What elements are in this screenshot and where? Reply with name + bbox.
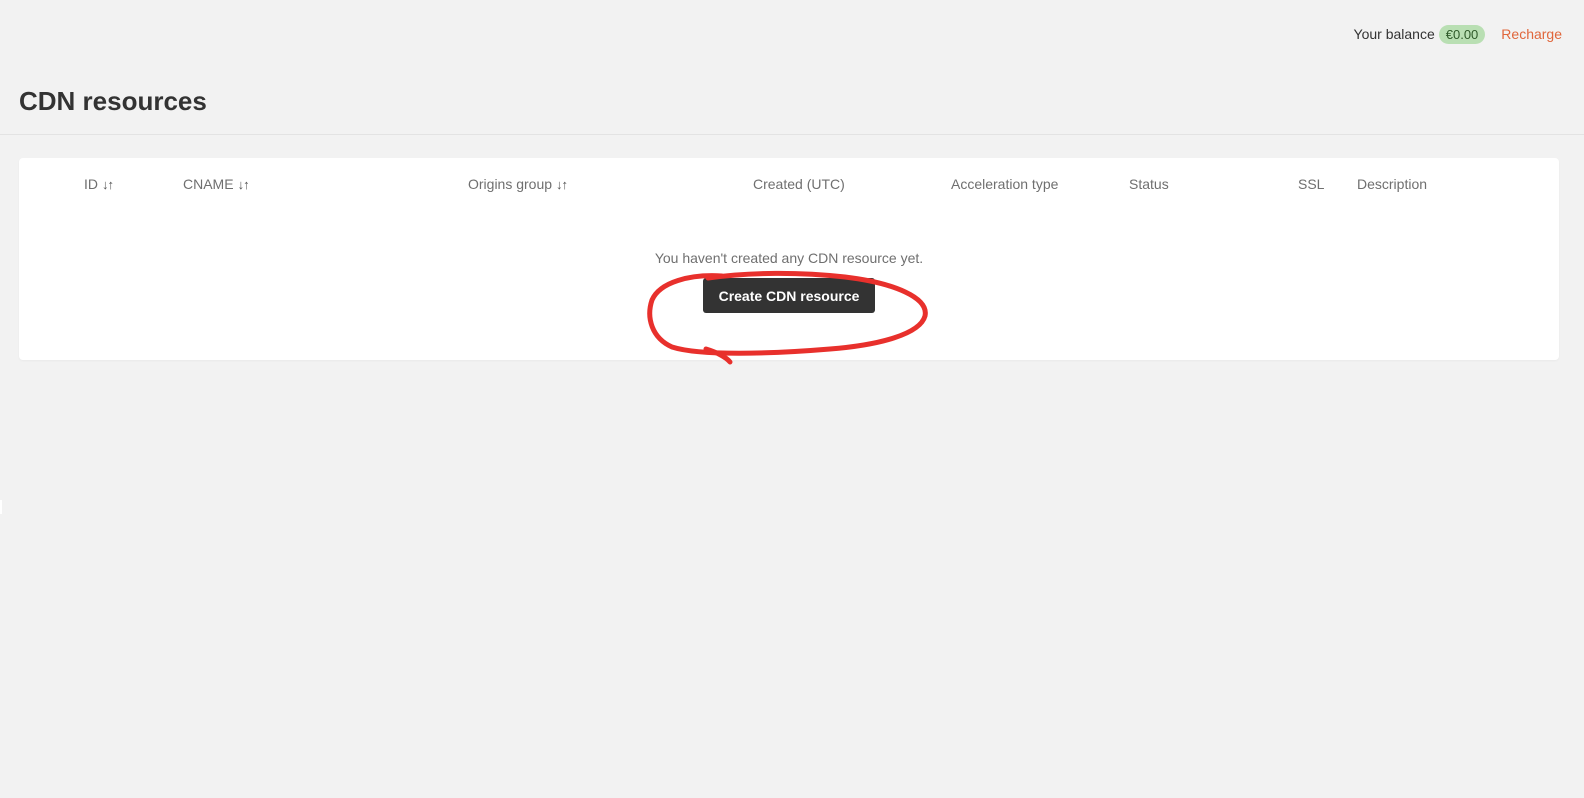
edge-marker [0,500,2,514]
empty-state: You haven't created any CDN resource yet… [19,250,1559,313]
column-header-cname[interactable]: CNAME ↓↑ [183,176,250,192]
column-header-status: Status [1129,176,1169,192]
empty-state-message: You haven't created any CDN resource yet… [654,250,924,266]
column-header-label: Origins group [468,176,553,192]
column-header-label: CNAME [183,176,234,192]
sort-arrows-icon[interactable]: ↓↑ [102,177,114,192]
column-header-origins-group[interactable]: Origins group ↓↑ [468,176,568,192]
column-header-label: Acceleration type [951,176,1059,192]
cdn-resources-table: ID ↓↑ CNAME ↓↑ Origins group ↓↑ Created … [19,158,1559,360]
page: Your balance €0.00 Recharge CDN resource… [0,0,1584,798]
column-header-acceleration-type: Acceleration type [951,176,1058,192]
red-circle-annotation [647,270,928,365]
column-header-label: SSL [1298,176,1325,192]
balance-label: Your balance [1353,26,1435,42]
column-header-label: ID [84,176,98,192]
header-divider [0,134,1584,135]
create-cdn-resource-button[interactable]: Create CDN resource [703,278,875,313]
column-header-label: Description [1357,176,1428,192]
column-header-description: Description [1357,176,1427,192]
sort-arrows-icon[interactable]: ↓↑ [238,177,250,192]
sort-arrows-icon[interactable]: ↓↑ [556,177,568,192]
recharge-link[interactable]: Recharge [1501,26,1562,42]
column-header-id[interactable]: ID ↓↑ [84,176,114,192]
column-header-created: Created (UTC) [753,176,845,192]
table-header: ID ↓↑ CNAME ↓↑ Origins group ↓↑ Created … [19,158,1559,210]
column-header-label: Status [1129,176,1169,192]
column-header-ssl: SSL [1298,176,1324,192]
page-title: CDN resources [19,86,207,116]
column-header-label: Created (UTC) [753,176,845,192]
topbar: Your balance €0.00 Recharge [1354,22,1562,46]
balance-badge: €0.00 [1438,24,1486,44]
